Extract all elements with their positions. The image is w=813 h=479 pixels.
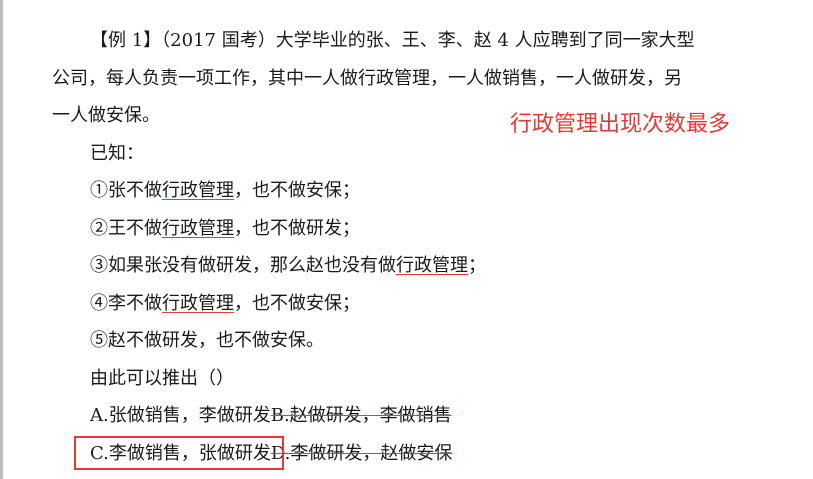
- condition-4-post: ，也不做安保；: [234, 292, 360, 314]
- condition-3: ③如果张没有做研发，那么赵也没有做行政管理；: [52, 247, 752, 285]
- question-line-2: 公司，每人负责一项工作，其中一人做行政管理，一人做销售，一人做研发，另: [52, 67, 682, 89]
- option-d-struck: D.李做研发，赵做安保: [270, 442, 453, 464]
- condition-3-pre: ③如果张没有做研发，那么赵也没有做: [90, 255, 396, 276]
- condition-5: ⑤赵不做研发，也不做安保。: [90, 330, 324, 351]
- question-document: 【例 1】（2017 国考）大学毕业的张、王、李、赵 4 人应聘到了同一家大型 …: [52, 22, 752, 472]
- options-row-1: A.张做销售，李做研发B.赵做研发，李做销售: [52, 397, 752, 435]
- condition-2: ②王不做行政管理，也不做研发；: [52, 210, 752, 248]
- condition-2-post: ，也不做研发；: [234, 217, 360, 239]
- condition-4-keyword: 行政管理: [162, 292, 234, 314]
- question-line-1: 【例 1】（2017 国考）大学毕业的张、王、李、赵 4 人应聘到了同一家大型: [90, 30, 695, 51]
- known-label: 已知：: [90, 142, 144, 164]
- condition-1-post: ，也不做安保；: [234, 180, 360, 201]
- answer-highlight-box: [74, 436, 284, 470]
- page-left-border: [0, 0, 3, 479]
- question-prompt: 由此可以推出（）: [90, 367, 234, 389]
- option-b-struck: B.赵做研发，李做销售: [270, 405, 452, 426]
- condition-3-keyword: 行政管理: [396, 255, 468, 276]
- condition-1: ①张不做行政管理，也不做安保；: [52, 172, 752, 210]
- condition-1-pre: ①张不做: [90, 180, 162, 201]
- condition-3-post: ；: [468, 255, 486, 276]
- condition-1-keyword: 行政管理: [162, 180, 234, 201]
- handwritten-annotation: 行政管理出现次数最多: [510, 112, 731, 137]
- condition-4-pre: ④李不做: [90, 292, 162, 314]
- condition-2-keyword: 行政管理: [162, 217, 234, 239]
- condition-2-pre: ②王不做: [90, 217, 162, 239]
- condition-4: ④李不做行政管理，也不做安保；: [52, 285, 752, 323]
- option-a: A.张做销售，李做研发: [90, 405, 271, 426]
